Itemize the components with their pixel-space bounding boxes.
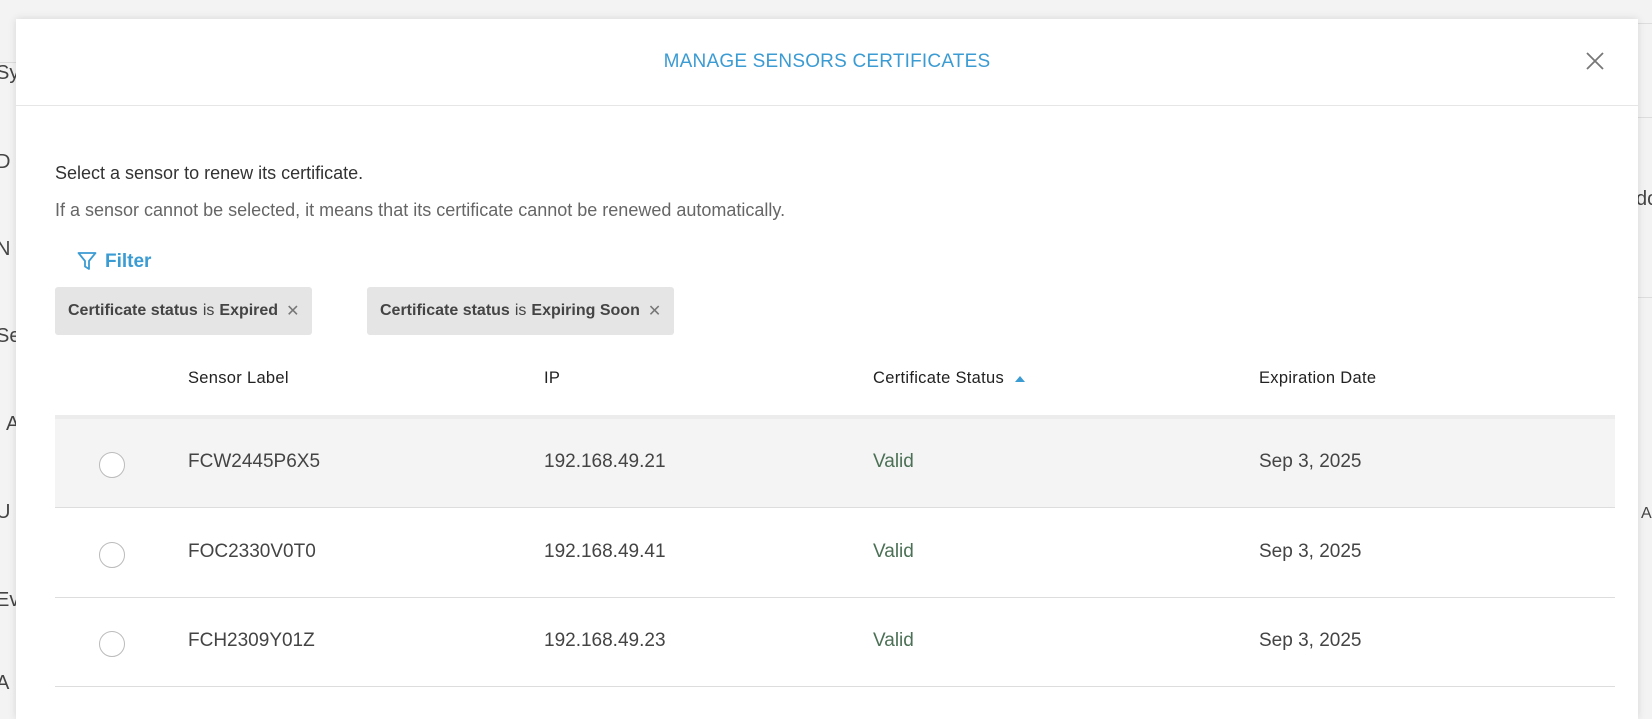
bg-text: N: [0, 238, 11, 260]
filter-button[interactable]: Filter: [77, 251, 151, 273]
manage-certificates-modal: MANAGE SENSORS CERTIFICATES Select a sen…: [16, 19, 1638, 719]
chip-value: Expired: [219, 302, 279, 319]
close-button[interactable]: [1583, 49, 1607, 73]
remove-chip-icon[interactable]: ✕: [648, 301, 661, 321]
filter-chip-expired: Certificate status is Expired ✕: [55, 287, 313, 335]
close-icon: [1586, 52, 1604, 70]
column-header-sensor-label[interactable]: Sensor Label: [188, 369, 289, 388]
filter-icon: [77, 252, 97, 270]
table-row[interactable]: FCH2309Y01Z 192.168.49.23 Valid Sep 3, 2…: [55, 598, 1615, 687]
row-radio[interactable]: [99, 631, 125, 657]
ip: 192.168.49.23: [544, 630, 666, 651]
ip: 192.168.49.41: [544, 541, 666, 562]
table-row[interactable]: FOC2330V0T0 192.168.49.41 Valid Sep 3, 2…: [55, 509, 1615, 598]
column-header-label: Certificate Status: [873, 369, 1005, 387]
modal-header: MANAGE SENSORS CERTIFICATES: [16, 19, 1638, 106]
filter-label: Filter: [105, 251, 152, 272]
certificate-status: Valid: [873, 541, 914, 562]
column-header-certificate-status[interactable]: Certificate Status: [873, 369, 1026, 388]
chip-field: Certificate status: [68, 302, 198, 319]
chip-value: Expiring Soon: [531, 302, 640, 319]
certificate-status: Valid: [873, 630, 914, 651]
sensor-label: FOC2330V0T0: [188, 541, 316, 562]
row-radio[interactable]: [99, 452, 125, 478]
sort-ascending-icon: [1015, 375, 1026, 382]
column-header-ip[interactable]: IP: [544, 369, 560, 388]
row-radio[interactable]: [99, 542, 125, 568]
chip-operator: is: [514, 302, 527, 319]
expiration-date: Sep 3, 2025: [1259, 541, 1362, 562]
ip: 192.168.49.21: [544, 451, 666, 472]
remove-chip-icon[interactable]: ✕: [286, 301, 299, 321]
table-row[interactable]: FCW2445P6X5 192.168.49.21 Valid Sep 3, 2…: [55, 419, 1615, 508]
sensor-label: FCH2309Y01Z: [188, 630, 315, 651]
bg-text: U: [0, 501, 11, 523]
instruction-text: Select a sensor to renew its certificate…: [55, 163, 364, 183]
instruction-subtext: If a sensor cannot be selected, it means…: [55, 200, 786, 220]
certificate-status: Valid: [873, 451, 914, 472]
column-header-expiration-date[interactable]: Expiration Date: [1259, 369, 1376, 388]
bg-text: A: [0, 672, 10, 694]
expiration-date: Sep 3, 2025: [1259, 630, 1362, 651]
chip-field: Certificate status: [380, 302, 510, 319]
chip-operator: is: [202, 302, 215, 319]
bg-text: A: [1641, 505, 1652, 522]
filter-chip-expiring-soon: Certificate status is Expiring Soon ✕: [367, 287, 675, 335]
bg-text: do: [1636, 188, 1652, 210]
modal-title: MANAGE SENSORS CERTIFICATES: [663, 51, 991, 72]
expiration-date: Sep 3, 2025: [1259, 451, 1362, 472]
bg-text: D: [0, 151, 11, 173]
sensor-label: FCW2445P6X5: [188, 451, 321, 472]
